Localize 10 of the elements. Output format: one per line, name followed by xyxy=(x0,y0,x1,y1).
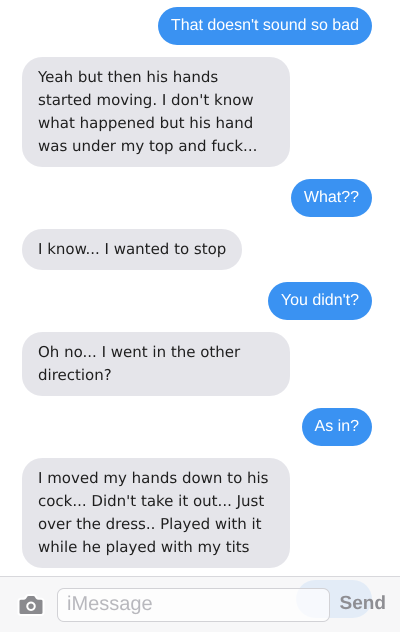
send-button[interactable]: Send xyxy=(340,590,386,619)
sent-message: That doesn't sound so bad xyxy=(158,7,372,45)
sent-message: What?? xyxy=(290,179,372,217)
message-field[interactable]: iMessage xyxy=(57,588,330,622)
received-message: Oh no... I went in the other direction? xyxy=(22,332,290,396)
received-message: Yeah but then his hands started moving. I don't know what happened but his hand was under my top and fuck... xyxy=(22,57,290,167)
received-message: I know... I wanted to stop xyxy=(22,229,242,270)
sent-message: As in? xyxy=(302,408,372,446)
received-message: I moved my hands down to his cock... Didn't take it out... Just over the dress.. Played with it while he played with my tits xyxy=(22,458,290,568)
sent-message: You didn't? xyxy=(268,282,372,320)
